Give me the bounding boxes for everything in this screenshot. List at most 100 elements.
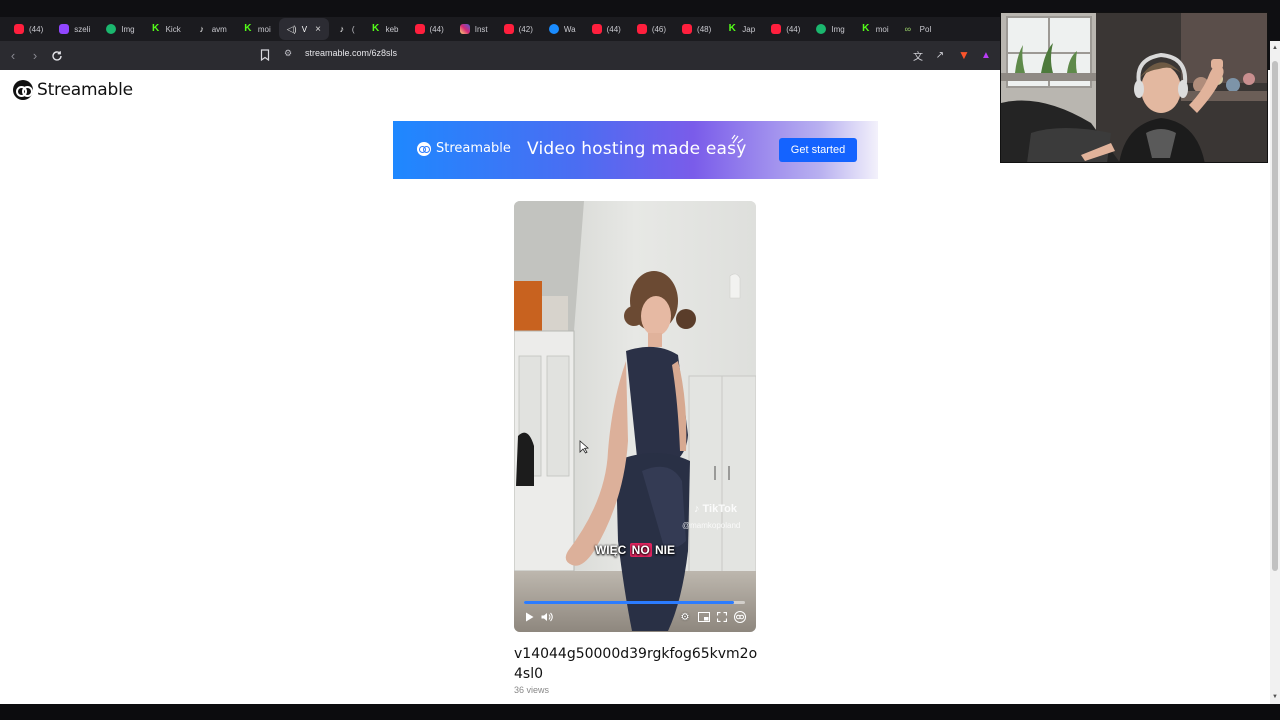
kick-icon: K bbox=[728, 23, 736, 34]
youtube-icon bbox=[414, 24, 425, 34]
tab-1[interactable]: szeli bbox=[51, 18, 98, 40]
caption-end: NIE bbox=[651, 543, 675, 557]
tab-label: (42) bbox=[518, 24, 533, 34]
tab-12[interactable]: Wa bbox=[541, 18, 584, 40]
address-toolbar: ‹ › ⚙ streamable.com/6z8sls 文 ↗ ▼ ▲ bbox=[0, 41, 1000, 70]
tab-label: Kick bbox=[165, 24, 181, 34]
kick-icon: K bbox=[862, 23, 870, 34]
video-frame bbox=[514, 201, 756, 632]
bookmark-icon[interactable] bbox=[257, 46, 273, 64]
brave-rewards-icon[interactable]: ▲ bbox=[978, 47, 994, 63]
settings-icon[interactable]: ⚙ bbox=[678, 610, 692, 624]
tab-label: moi bbox=[257, 24, 271, 34]
share-icon[interactable]: ↗ bbox=[932, 47, 948, 63]
logo-text: Streamable bbox=[37, 80, 133, 100]
progress-bar[interactable] bbox=[524, 601, 745, 604]
twitch-icon bbox=[59, 24, 70, 34]
banner-tagline: Video hosting made easy bbox=[527, 139, 747, 159]
tab-9[interactable]: (44) bbox=[407, 18, 452, 40]
play-icon[interactable] bbox=[522, 610, 536, 624]
tab-7[interactable]: ♪( bbox=[329, 18, 363, 40]
streamable-logo-icon bbox=[13, 80, 33, 100]
video-player[interactable]: ♪ TikTok @mamkopoland WIĘC NO NIE ⚙ bbox=[514, 201, 756, 632]
banner-brand: Streamable bbox=[436, 141, 511, 156]
sound-icon: ◁) bbox=[286, 24, 297, 34]
fullscreen-icon[interactable] bbox=[715, 610, 729, 624]
translate-icon[interactable]: 文 bbox=[910, 47, 926, 63]
site-info-icon[interactable]: ⚙ bbox=[284, 48, 292, 59]
tab-20[interactable]: ∞ Pol bbox=[897, 18, 940, 40]
volume-icon[interactable] bbox=[540, 610, 554, 624]
tab-15[interactable]: (48) bbox=[674, 18, 719, 40]
tab-label: Jap bbox=[742, 24, 756, 34]
close-icon[interactable]: × bbox=[315, 24, 321, 35]
picture-in-picture-icon[interactable] bbox=[697, 610, 711, 624]
brave-shields-icon[interactable]: ▼ bbox=[956, 47, 972, 63]
browser-window: (44) szeli Img K Kick ♪ avm Kmoi ◁) V × ♪(Kkeb (44) I… bbox=[0, 0, 1280, 720]
kick-icon: K bbox=[151, 23, 160, 34]
taskbar-strip bbox=[0, 704, 1280, 720]
tab-label: (44) bbox=[606, 24, 621, 34]
tab-18[interactable]: Img bbox=[808, 18, 852, 40]
tab-label: Img bbox=[121, 24, 135, 34]
scroll-down-icon[interactable]: ▼ bbox=[1270, 692, 1280, 702]
streamable-icon bbox=[548, 24, 559, 34]
tiktok-icon: ♪ bbox=[199, 24, 204, 34]
address-bar-url[interactable]: streamable.com/6z8sls bbox=[305, 48, 397, 58]
tab-16[interactable]: K Jap bbox=[719, 18, 763, 40]
youtube-icon bbox=[591, 24, 602, 34]
imgur-icon bbox=[106, 24, 117, 34]
tab-label: V bbox=[301, 24, 308, 34]
tab-11[interactable]: (42) bbox=[496, 18, 541, 40]
reload-icon[interactable] bbox=[48, 47, 66, 65]
view-count: 36 views bbox=[514, 685, 550, 695]
caption-highlight: NO bbox=[629, 543, 652, 557]
youtube-icon bbox=[771, 24, 782, 34]
kick-icon: K bbox=[371, 23, 380, 34]
banner-logo-icon bbox=[417, 141, 431, 156]
tab-label: Pol bbox=[919, 24, 932, 34]
tab-17[interactable]: (44) bbox=[763, 18, 808, 40]
tab-label: (44) bbox=[29, 24, 44, 34]
tab-8[interactable]: Kkeb bbox=[363, 18, 407, 40]
tab-label: keb bbox=[385, 24, 399, 34]
tab-10[interactable]: Inst bbox=[452, 18, 496, 40]
page-scrollbar[interactable]: ▲ ▼ bbox=[1270, 41, 1280, 704]
progress-fill bbox=[524, 601, 734, 604]
tab-3[interactable]: K Kick bbox=[143, 18, 189, 40]
back-icon[interactable]: ‹ bbox=[4, 47, 22, 65]
youtube-icon bbox=[14, 24, 24, 34]
webcam-feed bbox=[1001, 13, 1267, 162]
link-icon: ∞ bbox=[904, 24, 912, 34]
tiktok-handle: @mamkopoland bbox=[682, 521, 741, 530]
tab-13[interactable]: (44) bbox=[584, 18, 629, 40]
banner-logo: Streamable bbox=[417, 141, 511, 156]
streamable-player-icon[interactable] bbox=[733, 610, 747, 624]
get-started-button[interactable]: Get started bbox=[779, 138, 857, 162]
mouse-cursor-icon bbox=[579, 440, 589, 454]
tab-label: (46) bbox=[651, 24, 667, 34]
sparkle-icon bbox=[731, 134, 744, 144]
forward-icon[interactable]: › bbox=[26, 47, 44, 65]
youtube-icon bbox=[682, 24, 693, 34]
scroll-up-icon[interactable]: ▲ bbox=[1270, 43, 1280, 53]
tab-strip: (44) szeli Img K Kick ♪ avm Kmoi ◁) V × ♪(Kkeb (44) I… bbox=[0, 17, 1000, 41]
tab-0[interactable]: (44) bbox=[6, 18, 51, 40]
caption-start: WIĘC bbox=[594, 543, 630, 557]
tab-6[interactable]: ◁) V × bbox=[278, 18, 329, 40]
tab-14[interactable]: (46) bbox=[629, 18, 674, 40]
video-caption: WIĘC NO NIE bbox=[514, 543, 756, 557]
tab-5[interactable]: Kmoi bbox=[235, 18, 279, 40]
ad-banner[interactable]: Streamable Video hosting made easy Get s… bbox=[393, 121, 878, 179]
streamable-logo[interactable]: Streamable bbox=[13, 80, 133, 100]
video-title: v14044g50000d39rgkfog65kvm2o4sl0 bbox=[514, 646, 758, 682]
tab-2[interactable]: Img bbox=[98, 18, 142, 40]
tab-19[interactable]: Kmoi bbox=[853, 18, 897, 40]
imgur-icon bbox=[816, 24, 827, 34]
tab-label: Wa bbox=[563, 24, 576, 34]
tab-4[interactable]: ♪ avm bbox=[189, 18, 235, 40]
scroll-thumb[interactable] bbox=[1272, 61, 1278, 571]
youtube-icon bbox=[503, 24, 514, 34]
kick-icon: K bbox=[244, 23, 252, 34]
tab-label: (44) bbox=[786, 24, 801, 34]
